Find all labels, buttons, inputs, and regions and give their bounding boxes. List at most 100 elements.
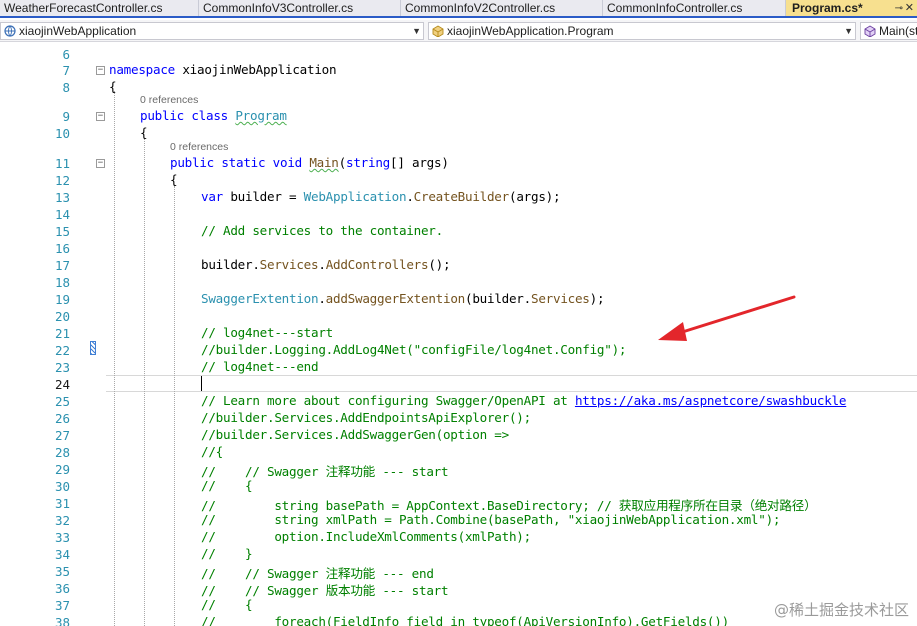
code-line: // option.IncludeXmlComments(xmlPath);	[201, 529, 531, 544]
code-token: //builder.Services.AddSwaggerGen(option …	[201, 427, 509, 442]
project-dropdown-value: xiaojinWebApplication	[19, 24, 137, 38]
code-line: public static void Main(string[] args)	[170, 155, 449, 170]
line-number: 18	[54, 275, 70, 290]
code-token: // // Swagger 注释功能 --- end	[201, 566, 434, 581]
code-token: ();	[428, 257, 451, 272]
code-token: WebApplication	[303, 189, 407, 204]
code-line: // {	[201, 478, 253, 493]
type-dropdown[interactable]: xiaojinWebApplication.Program ▼	[428, 22, 856, 40]
line-number: 34	[54, 547, 70, 562]
chevron-down-icon: ▼	[412, 26, 421, 36]
code-token: (	[338, 155, 347, 170]
tab-commoninfov3controller[interactable]: CommonInfoV3Controller.cs	[199, 0, 401, 16]
code-token: // option.IncludeXmlComments(xmlPath);	[201, 529, 531, 544]
code-line: //builder.Services.AddSwaggerGen(option …	[201, 427, 509, 442]
code-token: xiaojinWebApplication	[182, 62, 337, 77]
code-token: // }	[201, 546, 253, 561]
line-number: 38	[54, 615, 70, 626]
line-number: 9	[62, 109, 70, 124]
tab-commoninfocontroller[interactable]: CommonInfoController.cs	[603, 0, 786, 16]
collapse-toggle-icon[interactable]: −	[96, 159, 105, 168]
indent-guide	[114, 91, 115, 626]
code-line: // log4net---start	[201, 325, 333, 340]
code-token: //builder.Services.AddEndpointsApiExplor…	[201, 410, 531, 425]
code-token: // Learn more about configuring Swagger/…	[201, 393, 575, 408]
code-line: {	[170, 172, 178, 187]
collapse-toggle-icon[interactable]: −	[96, 66, 105, 75]
code-token: (builder.	[464, 291, 531, 306]
tab-label: Program.cs*	[792, 1, 863, 15]
code-token: [] args)	[390, 155, 449, 170]
pin-icon[interactable]: ⊸	[895, 1, 903, 16]
code-token: // foreach(FieldInfo field in typeof(Api…	[201, 614, 729, 626]
line-number: 25	[54, 394, 70, 409]
indent-guide	[144, 139, 145, 626]
code-token: // // Swagger 注释功能 --- start	[201, 464, 449, 479]
codelens-references-program[interactable]: 0 references	[140, 94, 198, 106]
text-caret	[201, 376, 202, 391]
codelens-references-main[interactable]: 0 references	[170, 141, 228, 153]
collapse-toggle-icon[interactable]: −	[96, 112, 105, 121]
line-number: 37	[54, 598, 70, 613]
code-token: // log4net---start	[201, 325, 333, 340]
tab-label: CommonInfoV2Controller.cs	[405, 1, 556, 15]
code-token: Services	[259, 257, 319, 272]
class-icon	[432, 25, 444, 37]
line-number: 36	[54, 581, 70, 596]
code-line: SwaggerExtention.addSwaggerExtention(bui…	[201, 291, 605, 306]
code-line: //builder.Services.AddEndpointsApiExplor…	[201, 410, 531, 425]
project-dropdown[interactable]: xiaojinWebApplication ▼	[0, 22, 424, 40]
code-line: // log4net---end	[201, 359, 319, 374]
code-line: {	[109, 79, 117, 94]
tab-weatherforecastcontroller[interactable]: WeatherForecastController.cs	[0, 0, 199, 16]
code-token: builder.	[201, 257, 260, 272]
code-line: namespace xiaojinWebApplication	[109, 62, 337, 77]
code-token: {	[170, 172, 178, 187]
line-number: 10	[54, 126, 70, 141]
code-line: // foreach(FieldInfo field in typeof(Api…	[201, 614, 729, 626]
code-token: {	[140, 125, 148, 140]
code-token: Program	[235, 108, 287, 123]
code-token: // string xmlPath = Path.Combine(basePat…	[201, 512, 781, 527]
code-token: Main	[309, 155, 339, 170]
line-number: 15	[54, 224, 70, 239]
code-token: //{	[201, 444, 223, 459]
tab-program[interactable]: Program.cs* ⊸ ✕	[786, 0, 917, 16]
code-token: .	[318, 291, 326, 306]
line-number: 13	[54, 190, 70, 205]
line-number: 12	[54, 173, 70, 188]
line-number: 22	[54, 343, 70, 358]
line-number: 32	[54, 513, 70, 528]
code-token: .	[406, 189, 414, 204]
code-token: // {	[201, 478, 253, 493]
tab-commoninfov2controller[interactable]: CommonInfoV2Controller.cs	[401, 0, 603, 16]
line-number: 30	[54, 479, 70, 494]
line-number: 20	[54, 309, 70, 324]
line-number: 23	[54, 360, 70, 375]
code-line: // Learn more about configuring Swagger/…	[201, 393, 846, 408]
line-number: 24	[54, 377, 70, 392]
code-token: addSwaggerExtention	[325, 291, 466, 306]
code-token: namespace	[109, 62, 175, 77]
code-token: AddControllers	[325, 257, 429, 272]
member-dropdown[interactable]: Main(st	[860, 22, 917, 40]
code-token: // Add services to the container.	[201, 223, 443, 238]
code-token: //builder.Logging.AddLog4Net("configFile…	[201, 342, 627, 357]
line-number: 29	[54, 462, 70, 477]
tab-label: CommonInfoController.cs	[607, 1, 743, 15]
line-number: 31	[54, 496, 70, 511]
code-token: Services	[530, 291, 590, 306]
code-link[interactable]: https://aka.ms/aspnetcore/swashbuckle	[575, 393, 847, 408]
code-token: public static void	[170, 155, 310, 170]
member-dropdown-value: Main(st	[879, 24, 917, 38]
code-line: {	[140, 125, 148, 140]
document-tab-strip: WeatherForecastController.cs CommonInfoV…	[0, 0, 917, 18]
code-line: //builder.Logging.AddLog4Net("configFile…	[201, 342, 627, 357]
line-number: 28	[54, 445, 70, 460]
line-number: 26	[54, 411, 70, 426]
close-icon[interactable]: ✕	[905, 0, 914, 16]
indent-guide	[174, 186, 175, 626]
code-line: public class Program	[140, 108, 287, 123]
code-editor[interactable]: 0 references 0 references 6 7− namespace x…	[0, 43, 917, 626]
globe-project-icon	[4, 25, 16, 37]
